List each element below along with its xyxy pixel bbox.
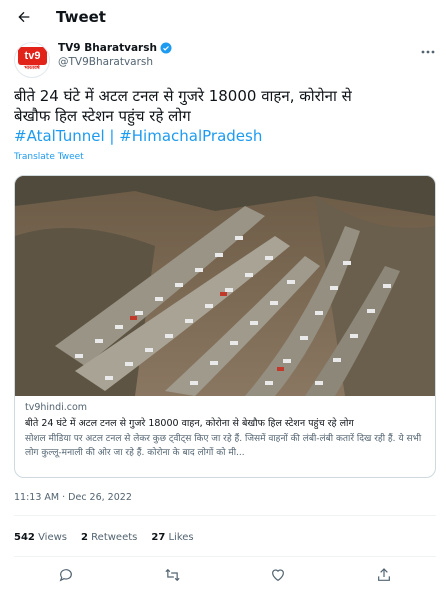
likes-label: Likes: [168, 532, 194, 543]
tweet-actions: [0, 566, 446, 586]
author-name[interactable]: TV9 Bharatvarsh: [58, 42, 157, 54]
author-handle[interactable]: @TV9Bharatvarsh: [58, 56, 172, 68]
back-arrow-icon[interactable]: [14, 7, 34, 27]
card-domain: tv9hindi.com: [25, 402, 88, 413]
retweets-label: Retweets: [91, 532, 138, 543]
views-count: 542: [14, 532, 35, 543]
top-bar: Tweet: [0, 0, 446, 34]
likes-stat[interactable]: 27 Likes: [151, 532, 193, 543]
tweet-date[interactable]: Dec 26, 2022: [68, 492, 132, 503]
reply-icon[interactable]: [57, 566, 75, 584]
avatar-logo: tv9: [18, 47, 47, 65]
more-icon[interactable]: [420, 44, 436, 60]
views-label: Views: [38, 532, 68, 543]
tweet-stats: 542 Views 2 Retweets 27 Likes: [14, 532, 194, 543]
views-stat[interactable]: 542 Views: [14, 532, 67, 543]
page-title: Tweet: [56, 7, 106, 26]
verified-badge-icon: [160, 42, 172, 54]
divider: [14, 556, 436, 557]
hashtag-link[interactable]: #HimachalPradesh: [119, 127, 262, 145]
hashtag-link[interactable]: #AtalTunnel: [14, 127, 105, 145]
card-title: बीते 24 घंटे में अटल टनल से गुजरे 18000 …: [25, 418, 354, 429]
divider: [14, 515, 436, 516]
hashtag-separator: |: [104, 127, 120, 145]
tweet-text-line: बीते 24 घंटे में अटल टनल से गुजरे 18000 …: [14, 87, 352, 105]
tweet-text: बीते 24 घंटे में अटल टनल से गुजरे 18000 …: [14, 86, 434, 146]
like-icon[interactable]: [269, 566, 287, 584]
translate-tweet-link[interactable]: Translate Tweet: [14, 152, 84, 162]
retweets-count: 2: [81, 532, 88, 543]
retweet-icon[interactable]: [163, 566, 181, 584]
meta-separator: ·: [59, 492, 69, 503]
avatar-subtext: भारतवर्ष: [24, 65, 40, 71]
tweet-timestamp: 11:13 AM · Dec 26, 2022: [14, 492, 132, 503]
retweets-stat[interactable]: 2 Retweets: [81, 532, 137, 543]
share-icon[interactable]: [375, 566, 393, 584]
link-preview-card[interactable]: tv9hindi.com बीते 24 घंटे में अटल टनल से…: [14, 175, 436, 478]
tweet-text-line: बेखौफ हिल स्टेशन पहुंच रहे लोग: [14, 107, 191, 125]
tweet-time[interactable]: 11:13 AM: [14, 492, 59, 503]
likes-count: 27: [151, 532, 166, 543]
avatar[interactable]: tv9 भारतवर्ष: [14, 42, 50, 78]
card-description: सोशल मीडिया पर अटल टनल से लेकर कुछ ट्वीट…: [25, 434, 422, 458]
card-image: [15, 176, 435, 396]
